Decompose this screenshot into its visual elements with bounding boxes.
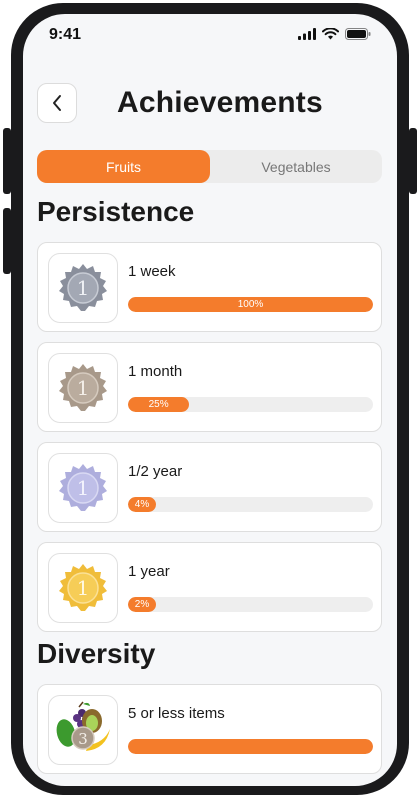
medal-thumbnail: 1 (48, 453, 118, 523)
medal-number: 3 (78, 730, 88, 748)
achievement-card[interactable]: 1 1/2 year 4% (37, 442, 382, 532)
progress-bar: 100% (128, 297, 373, 312)
progress-bar: 25% (128, 397, 373, 412)
medal-thumbnail: 1 (48, 353, 118, 423)
progress-fill (128, 739, 373, 754)
page-title: Achievements (117, 86, 323, 119)
status-time: 9:41 (49, 26, 82, 43)
wifi-icon (322, 28, 339, 40)
status-bar: 9:41 (23, 14, 397, 54)
lavender-medal-icon: 1 (59, 464, 107, 511)
bronze-medal-icon: 1 (59, 364, 107, 411)
achievement-card[interactable]: 1 1 year 2% (37, 542, 382, 632)
achievement-card[interactable]: 3 5 or less items (37, 684, 382, 774)
achievement-label: 1 week (128, 263, 176, 280)
achievement-label: 1 year (128, 563, 170, 580)
achievement-label: 1 month (128, 363, 183, 380)
silver-medal-icon: 1 (59, 264, 107, 311)
fruit-medal-icon: 3 (56, 701, 110, 751)
medal-thumbnail: 3 (48, 695, 118, 765)
app-screen: 9:41 Achievements Fruits Vegetables Pers… (23, 14, 397, 786)
medal-number: 1 (77, 476, 90, 500)
side-button-power (409, 128, 417, 194)
medal-number: 1 (77, 276, 90, 300)
progress-fill: 2% (128, 597, 156, 612)
status-icons (298, 28, 371, 40)
progress-bar: 4% (128, 497, 373, 512)
progress-fill: 100% (128, 297, 373, 312)
section-title-persistence: Persistence (37, 196, 195, 227)
section-title-diversity: Diversity (37, 638, 156, 669)
side-button-silent (3, 128, 11, 194)
chevron-left-icon (53, 95, 61, 111)
tab-fruits[interactable]: Fruits (37, 150, 210, 183)
achievement-card[interactable]: 1 1 week 100% (37, 242, 382, 332)
gold-medal-icon: 1 (59, 564, 107, 611)
progress-bar: 2% (128, 597, 373, 612)
category-tabs: Fruits Vegetables (37, 150, 382, 183)
battery-icon (345, 28, 371, 40)
signal-icon (298, 28, 316, 40)
progress-fill: 4% (128, 497, 156, 512)
back-button[interactable] (37, 83, 77, 123)
medal-thumbnail: 1 (48, 553, 118, 623)
side-button-volume (3, 208, 11, 274)
medal-number: 1 (77, 376, 90, 400)
medal-number: 1 (77, 576, 90, 600)
medal-thumbnail: 1 (48, 253, 118, 323)
achievement-card[interactable]: 1 1 month 25% (37, 342, 382, 432)
achievement-label: 5 or less items (128, 705, 225, 722)
progress-bar (128, 739, 373, 754)
progress-fill: 25% (128, 397, 190, 412)
tab-vegetables[interactable]: Vegetables (210, 150, 382, 183)
achievement-label: 1/2 year (128, 463, 183, 480)
